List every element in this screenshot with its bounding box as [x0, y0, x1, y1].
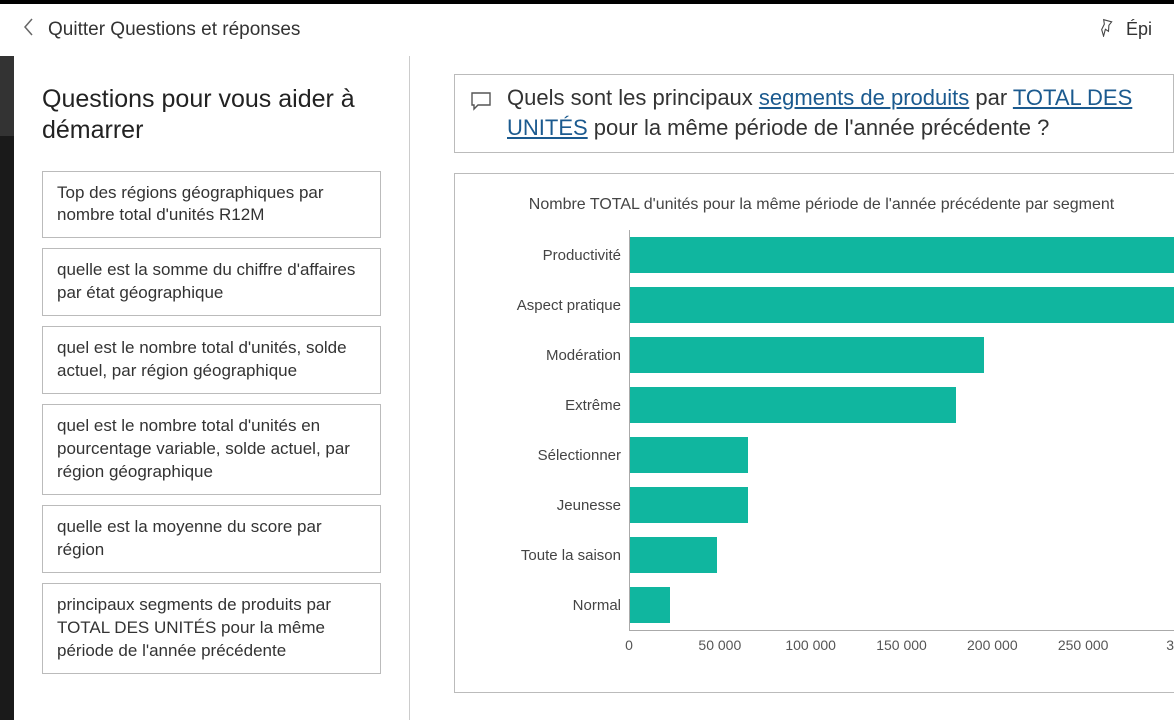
chart-bar-row [630, 530, 1174, 580]
question-card[interactable]: Top des régions géographiques par nombre… [42, 171, 381, 239]
chart-bar[interactable] [630, 337, 984, 373]
chart-y-label: Productivité [469, 230, 629, 280]
chart-x-tick: 200 000 [967, 637, 1018, 653]
chart-bar-row [630, 480, 1174, 530]
quit-qa-button[interactable]: Quitter Questions et réponses [48, 19, 300, 41]
chart-x-tick: 30 [1166, 637, 1174, 653]
chart-bar[interactable] [630, 237, 1174, 273]
main: Questions pour vous aider à démarrer Top… [14, 56, 1174, 720]
chart-bar[interactable] [630, 487, 748, 523]
question-card[interactable]: principaux segments de produits par TOTA… [42, 583, 381, 674]
back-icon[interactable] [22, 17, 36, 42]
sidebar-title: Questions pour vous aider à démarrer [42, 84, 381, 147]
pin-icon[interactable] [1096, 17, 1116, 42]
chart-title: Nombre TOTAL d'unités pour la même pério… [469, 196, 1174, 214]
topbar-left: Quitter Questions et réponses [22, 17, 300, 42]
chart-bar-row [630, 330, 1174, 380]
chart-y-labels: ProductivitéAspect pratiqueModérationExt… [469, 230, 629, 630]
chart-plot [629, 230, 1174, 630]
chart-x-axis: 050 000100 000150 000200 000250 00030 [629, 630, 1174, 656]
chart-bar[interactable] [630, 537, 717, 573]
question-card[interactable]: quel est le nombre total d'unités en pou… [42, 404, 381, 495]
chart-y-label: Modération [469, 330, 629, 380]
chart-bar[interactable] [630, 437, 748, 473]
question-card[interactable]: quelle est la moyenne du score par régio… [42, 505, 381, 573]
question-card[interactable]: quelle est la somme du chiffre d'affaire… [42, 248, 381, 316]
chart-bar[interactable] [630, 387, 956, 423]
q-suffix: pour la même période de l'année précéden… [588, 115, 1050, 140]
pin-label[interactable]: Épi [1126, 19, 1152, 40]
chart-y-label: Aspect pratique [469, 280, 629, 330]
chart-x-tick: 0 [625, 637, 633, 653]
chart-bar-row [630, 280, 1174, 330]
q-prefix: Quels sont les principaux [507, 85, 759, 110]
chart-bar-row [630, 430, 1174, 480]
chart-y-label: Extrême [469, 380, 629, 430]
chart-y-label: Normal [469, 580, 629, 630]
chart: Nombre TOTAL d'unités pour la même pério… [454, 173, 1174, 693]
chart-y-label: Toute la saison [469, 530, 629, 580]
content: Quels sont les principaux segments de pr… [410, 56, 1174, 720]
chart-bar-row [630, 380, 1174, 430]
chart-y-label: Jeunesse [469, 480, 629, 530]
topbar: Quitter Questions et réponses Épi [0, 0, 1174, 56]
chart-bar-row [630, 230, 1174, 280]
chart-area: ProductivitéAspect pratiqueModérationExt… [469, 230, 1174, 630]
question-text: Quels sont les principaux segments de pr… [507, 83, 1159, 142]
sidebar: Questions pour vous aider à démarrer Top… [14, 56, 410, 720]
speech-bubble-icon [469, 83, 493, 121]
chart-x-tick: 150 000 [876, 637, 927, 653]
q-mid: par [969, 85, 1013, 110]
question-card[interactable]: quel est le nombre total d'unités, solde… [42, 326, 381, 394]
chart-y-label: Sélectionner [469, 430, 629, 480]
chart-x-tick: 100 000 [785, 637, 836, 653]
question-input[interactable]: Quels sont les principaux segments de pr… [454, 74, 1174, 153]
chart-bar[interactable] [630, 587, 670, 623]
chart-x-tick: 50 000 [698, 637, 741, 653]
chart-x-tick: 250 000 [1058, 637, 1109, 653]
chart-bar-row [630, 580, 1174, 630]
left-edge-strip [0, 56, 14, 720]
chart-bar[interactable] [630, 287, 1174, 323]
q-u1[interactable]: segments de produits [759, 85, 969, 110]
topbar-right: Épi [1096, 17, 1152, 42]
question-list: Top des régions géographiques par nombre… [42, 171, 381, 674]
